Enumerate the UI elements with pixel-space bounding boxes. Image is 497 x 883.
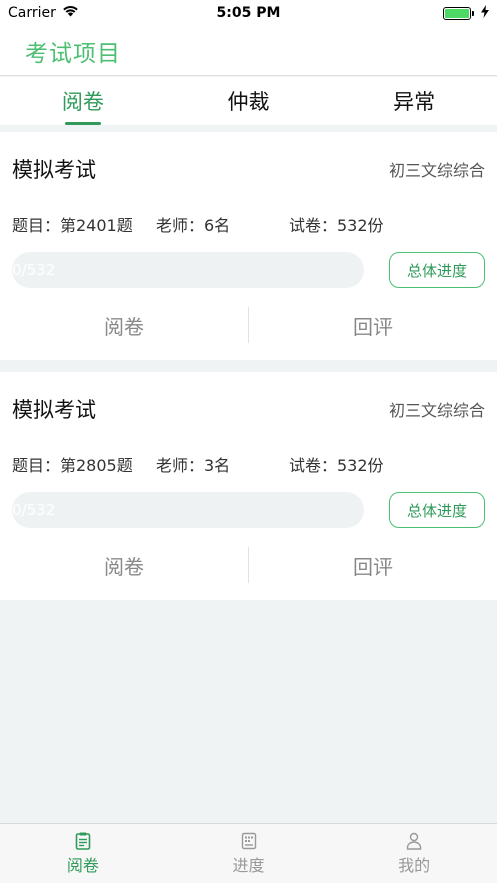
progress-bar: 0/532 [12, 492, 364, 528]
tab-label: 异常 [393, 90, 436, 114]
tabbar-label: 阅卷 [66, 855, 99, 875]
progress-text: 0/532 [12, 261, 56, 279]
exam-title: 模拟考试 [12, 398, 96, 422]
progress-row: 0/532 总体进度 [12, 492, 485, 528]
charging-icon [481, 4, 489, 22]
overall-progress-button[interactable]: 总体进度 [389, 492, 485, 528]
tabbar-item-progress[interactable]: 进度 [166, 824, 332, 883]
teacher-count: 老师：3名 [156, 456, 231, 475]
tab-label: 阅卷 [61, 90, 104, 114]
review-button[interactable]: 回评 [249, 547, 497, 583]
exam-subject: 初三文综综合 [388, 401, 485, 420]
status-bar: Carrier 5:05 PM [0, 0, 497, 26]
progress-row: 0/532 总体进度 [12, 252, 485, 288]
wifi-icon [62, 5, 79, 21]
tab-arbitration[interactable]: 仲裁 [166, 77, 332, 125]
mark-button[interactable]: 阅卷 [0, 547, 248, 583]
battery-icon [443, 6, 474, 20]
nav-header: 考试项目 [0, 26, 497, 76]
progress-text: 0/532 [12, 501, 56, 519]
mark-button[interactable]: 阅卷 [0, 307, 248, 343]
card-header: 模拟考试 初三文综综合 [12, 154, 485, 184]
question-number: 题目：第2401题 [12, 216, 133, 235]
paper-count: 试卷：532份 [289, 216, 384, 235]
paper-count: 试卷：532份 [289, 456, 384, 475]
tabbar-item-marking[interactable]: 阅卷 [0, 824, 166, 883]
card-header: 模拟考试 初三文综综合 [12, 394, 485, 424]
tabbar-label: 进度 [232, 855, 265, 875]
carrier-label: Carrier [8, 5, 56, 21]
card-actions: 阅卷 回评 [0, 547, 497, 583]
exam-card: 模拟考试 初三文综综合 题目：第2401题 老师：6名 试卷：532份 0/53… [0, 132, 497, 360]
tabbar-label: 我的 [398, 855, 431, 875]
tabbar-item-mine[interactable]: 我的 [331, 824, 497, 883]
progress-document-icon [241, 832, 257, 852]
top-tabs: 阅卷 仲裁 异常 [0, 77, 497, 125]
tab-marking[interactable]: 阅卷 [0, 77, 166, 125]
exam-subject: 初三文综综合 [388, 161, 485, 180]
exam-card: 模拟考试 初三文综综合 题目：第2805题 老师：3名 试卷：532份 0/53… [0, 372, 497, 600]
progress-bar: 0/532 [12, 252, 364, 288]
tab-exception[interactable]: 异常 [331, 77, 497, 125]
clipboard-icon [75, 832, 91, 852]
status-left: Carrier [8, 5, 79, 21]
review-button[interactable]: 回评 [249, 307, 497, 343]
page-title: 考试项目 [25, 40, 121, 67]
teacher-count: 老师：6名 [156, 216, 231, 235]
card-actions: 阅卷 回评 [0, 307, 497, 343]
bottom-tab-bar: 阅卷 进度 我的 [0, 823, 497, 883]
person-icon [406, 832, 422, 852]
exam-title: 模拟考试 [12, 158, 96, 182]
status-right [443, 4, 489, 22]
tab-label: 仲裁 [227, 90, 270, 114]
overall-progress-button[interactable]: 总体进度 [389, 252, 485, 288]
question-number: 题目：第2805题 [12, 456, 133, 475]
